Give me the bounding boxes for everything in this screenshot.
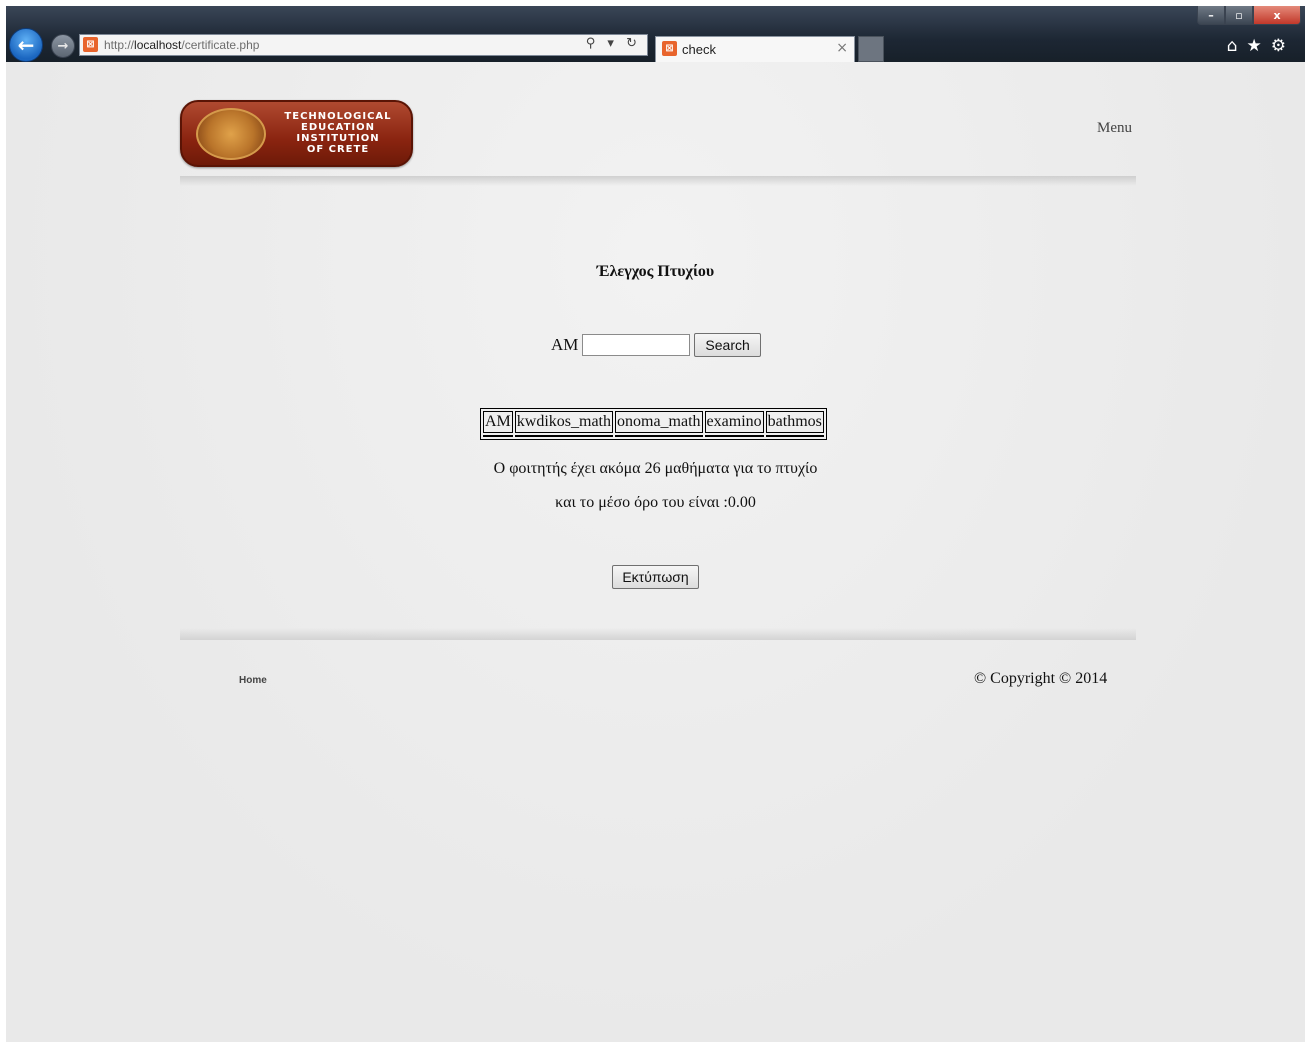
print-button[interactable]: Εκτύπωση [612, 565, 699, 589]
url-text[interactable]: http://localhost/certificate.php [104, 38, 259, 52]
url-host: localhost [134, 38, 182, 52]
page-content: TECHNOLOGICAL EDUCATION INSTITUTION OF C… [6, 62, 1305, 1042]
logo-line: EDUCATION [301, 122, 375, 133]
url-path: /certificate.php [181, 38, 260, 52]
table-cell [704, 435, 764, 437]
table-header-row: AM kwdikos_math onoma_math examino bathm… [483, 411, 824, 433]
tab-check[interactable]: ⊠ check × [655, 36, 855, 62]
column-header: AM [483, 411, 513, 433]
average-grade-message: και το μέσο όρο του είναι :0.00 [555, 494, 756, 511]
column-header: onoma_math [615, 411, 703, 433]
table-cell [615, 435, 703, 437]
address-bar[interactable]: ⊠ http://localhost/certificate.php ⚲ ▾ ↻ [79, 34, 648, 56]
search-form: AM Search [551, 333, 761, 357]
am-label: AM [551, 335, 579, 354]
minimize-button[interactable]: – [1197, 6, 1225, 25]
page-title: Έλεγχος Πτυχίου [596, 263, 715, 280]
search-button[interactable]: Search [694, 333, 761, 357]
column-header: examino [704, 411, 764, 433]
column-header: kwdikos_math [514, 411, 613, 433]
table-cell [765, 435, 824, 437]
table-cell [483, 435, 513, 437]
url-prefix: http:// [104, 38, 135, 52]
close-window-button[interactable]: x [1253, 6, 1301, 25]
results-table: AM kwdikos_math onoma_math examino bathm… [480, 408, 827, 440]
tab-favicon-icon: ⊠ [662, 41, 677, 56]
browser-window: – ▫ x ← → ⊠ http://localhost/certificate… [6, 6, 1305, 1042]
table-row [483, 435, 824, 437]
maximize-button[interactable]: ▫ [1225, 6, 1253, 25]
address-search-refresh-icons[interactable]: ⚲ ▾ ↻ [586, 36, 641, 51]
site-favicon-icon: ⊠ [83, 37, 98, 52]
remaining-courses-message: Ο φοιτητής έχει ακόμα 26 μαθήματα για το… [493, 460, 818, 477]
header-divider [180, 176, 1136, 186]
window-controls: – ▫ x [1197, 6, 1301, 26]
back-arrow-icon[interactable]: ← [9, 28, 43, 62]
tab-close-icon[interactable]: × [836, 40, 848, 56]
am-input[interactable] [582, 334, 691, 356]
column-header: bathmos [765, 411, 824, 433]
copyright-text: © Copyright © 2014 [974, 670, 1108, 687]
footer-divider [180, 628, 1136, 640]
menu-link[interactable]: Menu [1097, 120, 1132, 137]
footer-home-link[interactable]: Home [239, 675, 267, 686]
seal-icon [196, 108, 266, 160]
logo-line: OF CRETE [306, 144, 370, 155]
logo-line: TECHNOLOGICAL [284, 111, 392, 122]
tab-title: check [682, 42, 716, 57]
forward-arrow-icon[interactable]: → [51, 34, 75, 58]
logo-text: TECHNOLOGICAL EDUCATION INSTITUTION OF C… [274, 111, 402, 155]
new-tab-button[interactable] [858, 36, 884, 62]
table-cell [514, 435, 613, 437]
browser-chrome: – ▫ x ← → ⊠ http://localhost/certificate… [6, 6, 1305, 62]
institution-logo[interactable]: TECHNOLOGICAL EDUCATION INSTITUTION OF C… [180, 100, 413, 167]
home-favorites-settings-icons[interactable]: ⌂★⚙ [1227, 36, 1295, 56]
logo-line: INSTITUTION [296, 133, 380, 144]
